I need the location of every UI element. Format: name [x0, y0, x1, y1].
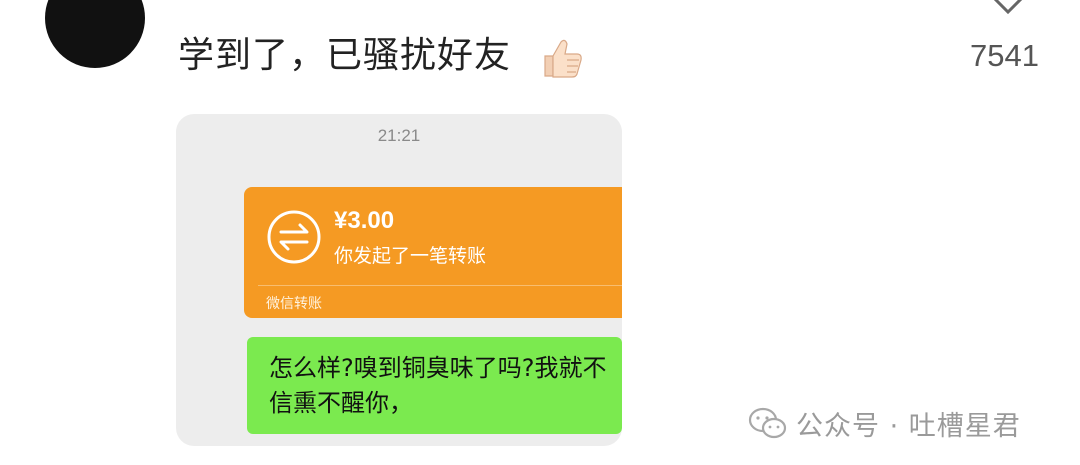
- like-count: 7541: [970, 38, 1039, 73]
- comment-text: 学到了，已骚扰好友: [178, 35, 512, 76]
- transfer-footer-label: 微信转账: [266, 296, 322, 312]
- like-icon[interactable]: [984, 0, 1032, 20]
- transfer-description: 你发起了一笔转账: [334, 245, 487, 267]
- watermark-text: 公众号 · 吐槽星君: [796, 411, 1021, 442]
- transfer-amount: ¥3.00: [334, 207, 395, 234]
- transfer-icon: [267, 210, 321, 264]
- wechat-icon: [748, 407, 787, 438]
- thumbs-up-icon: [544, 39, 582, 78]
- chat-screenshot: 21:21 ¥3.00 你发起了一笔转账 微信转账 怎么样?嗅到铜臭味了吗?我就…: [176, 114, 622, 446]
- message-bubble: 怎么样?嗅到铜臭味了吗?我就不信熏不醒你，: [247, 337, 622, 434]
- message-text: 怎么样?嗅到铜臭味了吗?我就不信熏不醒你，: [269, 354, 607, 417]
- user-avatar[interactable]: [45, 0, 145, 68]
- transfer-card: ¥3.00 你发起了一笔转账 微信转账: [244, 187, 622, 318]
- transfer-divider: [258, 285, 622, 286]
- watermark: 公众号 · 吐槽星君: [748, 404, 1021, 443]
- chat-timestamp: 21:21: [377, 126, 421, 145]
